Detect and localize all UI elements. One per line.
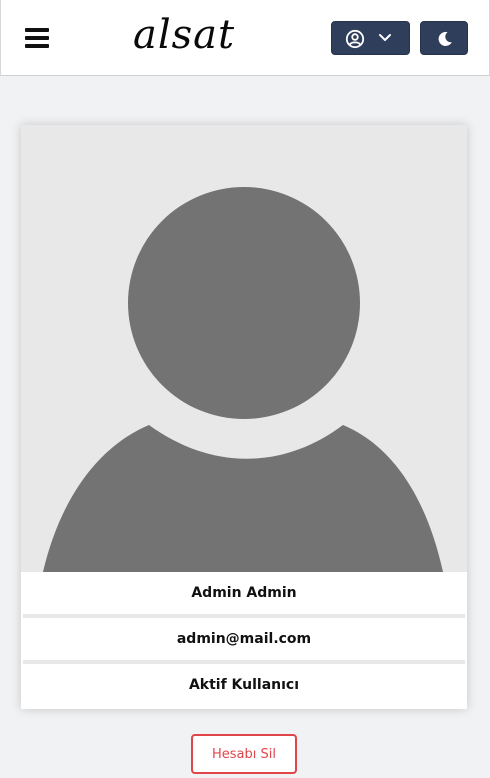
chevron-down-icon (379, 34, 391, 41)
profile-email: admin@mail.com (23, 618, 465, 660)
brand-logo[interactable]: alsat (133, 12, 235, 58)
avatar-silhouette (43, 187, 443, 572)
moon-icon (438, 31, 452, 46)
default-user-avatar (21, 125, 467, 572)
top-navbar: alsat (0, 0, 490, 76)
delete-account-button[interactable]: Hesabı Sil (191, 734, 297, 774)
hamburger-menu-icon[interactable] (25, 28, 49, 48)
user-circle-icon (345, 29, 365, 49)
profile-status: Aktif Kullanıcı (23, 664, 465, 706)
profile-card: Admin Admin admin@mail.com Aktif Kullanı… (21, 125, 467, 709)
user-menu-button[interactable] (331, 21, 410, 55)
profile-name: Admin Admin (23, 572, 465, 614)
theme-toggle-button[interactable] (420, 21, 468, 55)
